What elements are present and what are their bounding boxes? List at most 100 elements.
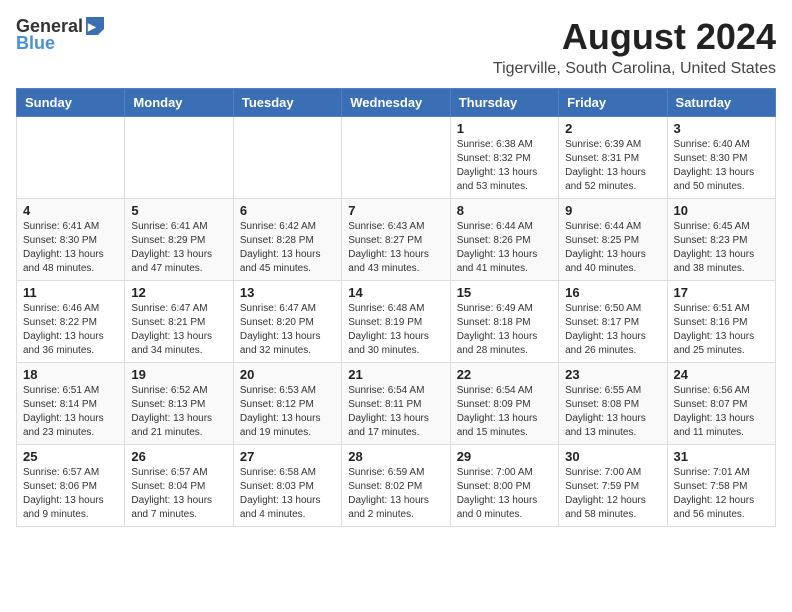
day-info: Sunrise: 6:41 AM Sunset: 8:30 PM Dayligh… xyxy=(23,220,118,276)
day-number: 7 xyxy=(348,203,443,218)
day-number: 17 xyxy=(674,285,769,300)
calendar-cell: 5Sunrise: 6:41 AM Sunset: 8:29 PM Daylig… xyxy=(125,199,233,281)
calendar-cell: 16 Sunrise: 6:50 AM Sunset: 8:17 PM Dayli… xyxy=(559,281,667,363)
day-info: Sunrise: 6:54 AM Sunset: 8:11 PM Dayligh… xyxy=(348,384,443,440)
day-number: 31 xyxy=(674,449,769,464)
day-info: Sunrise: 6:42 AM Sunset: 8:28 PM Dayligh… xyxy=(240,220,335,276)
day-info: Sunrise: 6:47 AM Sunset: 8:21 PM Dayligh… xyxy=(131,302,226,358)
day-number: 13 xyxy=(240,285,335,300)
day-info: Sunrise: 6:46 AM Sunset: 8:22 PM Dayligh… xyxy=(23,302,118,358)
calendar-cell: 4 Sunrise: 6:41 AM Sunset: 8:30 PM Daylig… xyxy=(17,199,125,281)
column-header-monday: Monday xyxy=(125,89,233,117)
calendar-cell: 10 Sunrise: 6:45 AM Sunset: 8:23 PM Dayli… xyxy=(667,199,775,281)
column-header-sunday: Sunday xyxy=(17,89,125,117)
calendar-cell: 12 Sunrise: 6:47 AM Sunset: 8:21 PM Dayli… xyxy=(125,281,233,363)
calendar-week-3: 11 Sunrise: 6:46 AM Sunset: 8:22 PM Dayli… xyxy=(17,281,776,363)
month-year-title: August 2024 xyxy=(493,16,776,58)
svg-text:▶: ▶ xyxy=(87,22,97,33)
day-info: Sunrise: 6:52 AM Sunset: 8:13 PM Dayligh… xyxy=(131,384,226,440)
day-info: Sunrise: 7:00 AM Sunset: 8:00 PM Dayligh… xyxy=(457,466,552,522)
calendar-cell: 11 Sunrise: 6:46 AM Sunset: 8:22 PM Dayli… xyxy=(17,281,125,363)
day-info: Sunrise: 6:56 AM Sunset: 8:07 PM Dayligh… xyxy=(674,384,769,440)
day-number: 18 xyxy=(23,367,118,382)
column-header-saturday: Saturday xyxy=(667,89,775,117)
day-number: 28 xyxy=(348,449,443,464)
column-header-wednesday: Wednesday xyxy=(342,89,450,117)
calendar-table: SundayMondayTuesdayWednesdayThursdayFrid… xyxy=(16,88,776,527)
day-number: 25 xyxy=(23,449,118,464)
day-info: Sunrise: 7:00 AM Sunset: 7:59 PM Dayligh… xyxy=(565,466,660,522)
calendar-cell: 24 Sunrise: 6:56 AM Sunset: 8:07 PM Dayli… xyxy=(667,363,775,445)
day-number: 16 xyxy=(565,285,660,300)
header: General ▶ Blue August 2024 Tigerville, S… xyxy=(16,16,776,78)
calendar-week-5: 25 Sunrise: 6:57 AM Sunset: 8:06 PM Dayli… xyxy=(17,445,776,527)
day-info: Sunrise: 6:39 AM Sunset: 8:31 PM Dayligh… xyxy=(565,138,660,194)
day-info: Sunrise: 6:51 AM Sunset: 8:14 PM Dayligh… xyxy=(23,384,118,440)
day-number: 15 xyxy=(457,285,552,300)
calendar-cell: 27Sunrise: 6:58 AM Sunset: 8:03 PM Dayli… xyxy=(233,445,341,527)
logo: General ▶ Blue xyxy=(16,16,106,54)
column-header-friday: Friday xyxy=(559,89,667,117)
calendar-cell: 1 Sunrise: 6:38 AM Sunset: 8:32 PM Daylig… xyxy=(450,117,558,199)
calendar-week-1: 1 Sunrise: 6:38 AM Sunset: 8:32 PM Daylig… xyxy=(17,117,776,199)
day-info: Sunrise: 6:59 AM Sunset: 8:02 PM Dayligh… xyxy=(348,466,443,522)
day-info: Sunrise: 6:57 AM Sunset: 8:06 PM Dayligh… xyxy=(23,466,118,522)
column-header-thursday: Thursday xyxy=(450,89,558,117)
day-info: Sunrise: 7:01 AM Sunset: 7:58 PM Dayligh… xyxy=(674,466,769,522)
day-info: Sunrise: 6:47 AM Sunset: 8:20 PM Dayligh… xyxy=(240,302,335,358)
calendar-week-4: 18 Sunrise: 6:51 AM Sunset: 8:14 PM Dayli… xyxy=(17,363,776,445)
day-number: 4 xyxy=(23,203,118,218)
day-number: 23 xyxy=(565,367,660,382)
calendar-cell xyxy=(342,117,450,199)
calendar-cell: 25 Sunrise: 6:57 AM Sunset: 8:06 PM Dayli… xyxy=(17,445,125,527)
calendar-header-row: SundayMondayTuesdayWednesdayThursdayFrid… xyxy=(17,89,776,117)
calendar-cell: 19 Sunrise: 6:52 AM Sunset: 8:13 PM Dayli… xyxy=(125,363,233,445)
calendar-cell: 17Sunrise: 6:51 AM Sunset: 8:16 PM Dayli… xyxy=(667,281,775,363)
calendar-cell: 15 Sunrise: 6:49 AM Sunset: 8:18 PM Dayli… xyxy=(450,281,558,363)
calendar-cell: 21 Sunrise: 6:54 AM Sunset: 8:11 PM Dayli… xyxy=(342,363,450,445)
calendar-cell xyxy=(17,117,125,199)
calendar-cell: 26Sunrise: 6:57 AM Sunset: 8:04 PM Dayli… xyxy=(125,445,233,527)
calendar-week-2: 4 Sunrise: 6:41 AM Sunset: 8:30 PM Daylig… xyxy=(17,199,776,281)
day-number: 21 xyxy=(348,367,443,382)
calendar-cell: 2Sunrise: 6:39 AM Sunset: 8:31 PM Daylig… xyxy=(559,117,667,199)
calendar-cell: 9Sunrise: 6:44 AM Sunset: 8:25 PM Daylig… xyxy=(559,199,667,281)
day-number: 12 xyxy=(131,285,226,300)
calendar-cell: 28 Sunrise: 6:59 AM Sunset: 8:02 PM Dayli… xyxy=(342,445,450,527)
day-info: Sunrise: 6:50 AM Sunset: 8:17 PM Dayligh… xyxy=(565,302,660,358)
day-number: 6 xyxy=(240,203,335,218)
calendar-cell: 29 Sunrise: 7:00 AM Sunset: 8:00 PM Dayli… xyxy=(450,445,558,527)
day-number: 3 xyxy=(674,121,769,136)
day-number: 1 xyxy=(457,121,552,136)
day-number: 11 xyxy=(23,285,118,300)
calendar-cell: 7 Sunrise: 6:43 AM Sunset: 8:27 PM Daylig… xyxy=(342,199,450,281)
day-info: Sunrise: 6:38 AM Sunset: 8:32 PM Dayligh… xyxy=(457,138,552,194)
calendar-cell xyxy=(233,117,341,199)
day-info: Sunrise: 6:45 AM Sunset: 8:23 PM Dayligh… xyxy=(674,220,769,276)
calendar-cell: 14Sunrise: 6:48 AM Sunset: 8:19 PM Dayli… xyxy=(342,281,450,363)
calendar-cell: 13 Sunrise: 6:47 AM Sunset: 8:20 PM Dayli… xyxy=(233,281,341,363)
day-info: Sunrise: 6:49 AM Sunset: 8:18 PM Dayligh… xyxy=(457,302,552,358)
day-number: 20 xyxy=(240,367,335,382)
day-number: 26 xyxy=(131,449,226,464)
day-info: Sunrise: 6:53 AM Sunset: 8:12 PM Dayligh… xyxy=(240,384,335,440)
calendar-cell: 3 Sunrise: 6:40 AM Sunset: 8:30 PM Daylig… xyxy=(667,117,775,199)
day-info: Sunrise: 6:43 AM Sunset: 8:27 PM Dayligh… xyxy=(348,220,443,276)
day-number: 30 xyxy=(565,449,660,464)
day-info: Sunrise: 6:44 AM Sunset: 8:25 PM Dayligh… xyxy=(565,220,660,276)
day-info: Sunrise: 6:40 AM Sunset: 8:30 PM Dayligh… xyxy=(674,138,769,194)
calendar-cell xyxy=(125,117,233,199)
location-subtitle: Tigerville, South Carolina, United State… xyxy=(493,60,776,78)
calendar-cell: 20 Sunrise: 6:53 AM Sunset: 8:12 PM Dayli… xyxy=(233,363,341,445)
calendar-cell: 31 Sunrise: 7:01 AM Sunset: 7:58 PM Dayli… xyxy=(667,445,775,527)
day-number: 29 xyxy=(457,449,552,464)
column-header-tuesday: Tuesday xyxy=(233,89,341,117)
day-info: Sunrise: 6:41 AM Sunset: 8:29 PM Dayligh… xyxy=(131,220,226,276)
day-number: 24 xyxy=(674,367,769,382)
calendar-cell: 6 Sunrise: 6:42 AM Sunset: 8:28 PM Daylig… xyxy=(233,199,341,281)
day-number: 22 xyxy=(457,367,552,382)
title-area: August 2024 Tigerville, South Carolina, … xyxy=(493,16,776,78)
day-info: Sunrise: 6:44 AM Sunset: 8:26 PM Dayligh… xyxy=(457,220,552,276)
day-number: 10 xyxy=(674,203,769,218)
day-number: 19 xyxy=(131,367,226,382)
